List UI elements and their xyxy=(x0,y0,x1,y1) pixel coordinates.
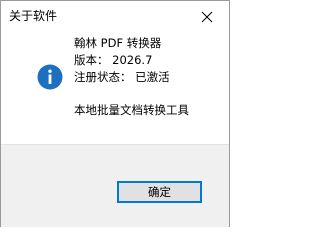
product-description: 本地批量文档转换工具 xyxy=(74,103,189,117)
dialog-content: 翰林 PDF 转换器 版本： 2026.7 注册状态： 已激活 本地批量文档转换… xyxy=(1,32,229,144)
close-button[interactable] xyxy=(185,1,229,32)
about-dialog: 关于软件 翰林 PDF 转换器 版本： 2026.7 注册状态： 已激活 本地批… xyxy=(0,0,230,227)
version-text: 版本： 2026.7 xyxy=(74,53,153,67)
dialog-footer: 确定 xyxy=(1,144,229,227)
title-bar: 关于软件 xyxy=(1,1,229,32)
registration-status: 注册状态： 已激活 xyxy=(74,70,170,84)
window-title: 关于软件 xyxy=(9,9,58,23)
product-name: 翰林 PDF 转换器 xyxy=(74,36,162,50)
close-icon xyxy=(201,11,213,23)
ok-button[interactable]: 确定 xyxy=(117,181,202,203)
info-icon xyxy=(37,64,63,90)
about-info: 翰林 PDF 转换器 版本： 2026.7 注册状态： 已激活 本地批量文档转换… xyxy=(74,35,189,119)
